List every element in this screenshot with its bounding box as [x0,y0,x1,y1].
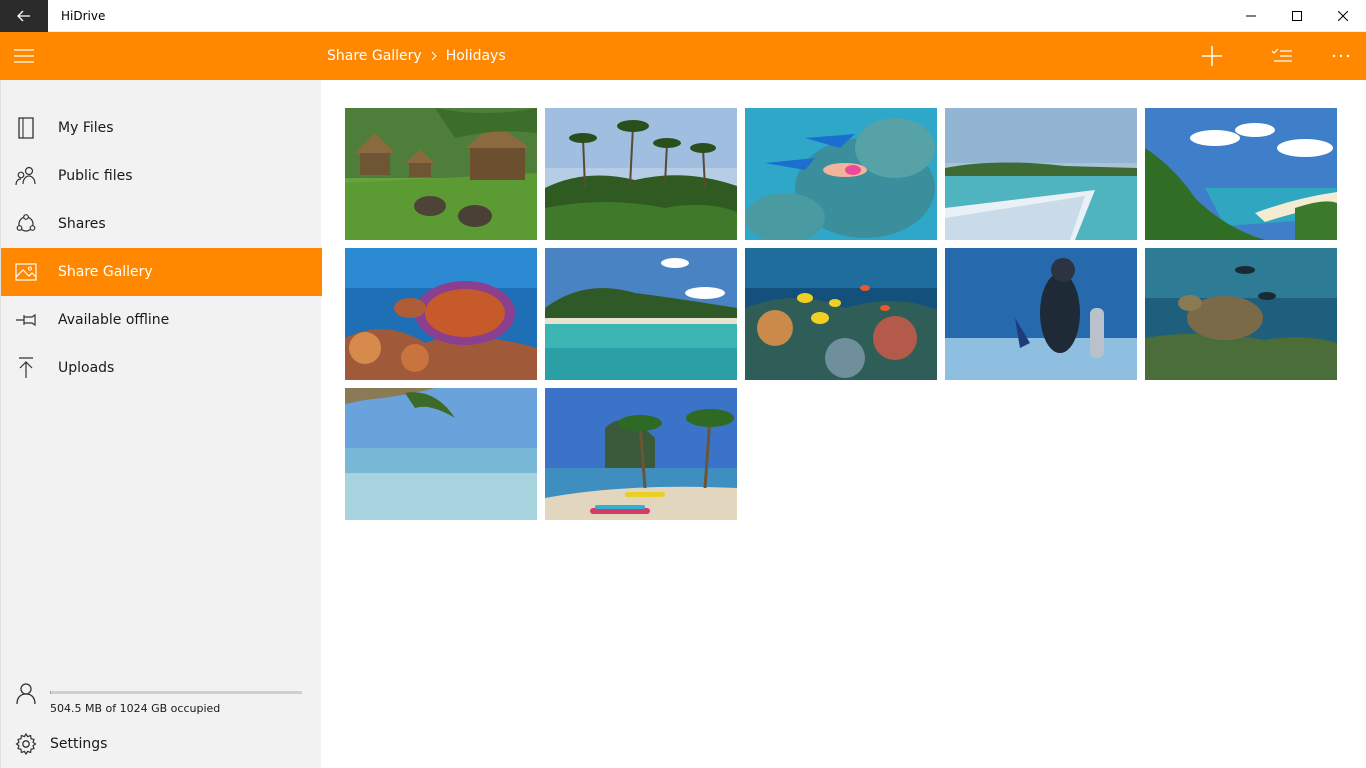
sidebar-item-uploads[interactable]: Uploads [1,344,322,392]
photo-reef-fish [745,248,937,380]
image-icon [14,260,38,284]
photo-thumbnail[interactable] [945,248,1137,380]
photo-thumbnail[interactable] [1145,108,1337,240]
sidebar-item-label: Public files [58,168,133,184]
file-icon [14,116,38,140]
maximize-icon [1292,11,1302,21]
sidebar-item-share-gallery[interactable]: Share Gallery [1,248,322,296]
photo-snorkeler-reef [745,108,937,240]
chevron-right-icon [431,51,437,61]
close-icon [1338,11,1348,21]
people-icon [14,164,38,188]
photo-thumbnail[interactable] [1145,248,1337,380]
sidebar-item-public-files[interactable]: Public files [1,152,322,200]
photo-thumbnail[interactable] [345,108,537,240]
breadcrumb-holidays[interactable]: Holidays [446,48,506,64]
photo-tropical-bay-beach [1145,108,1337,240]
gear-icon [14,732,38,756]
settings-label: Settings [50,736,108,752]
sidebar-item-shares[interactable]: Shares [1,200,322,248]
settings-button[interactable]: Settings [1,726,322,766]
photo-huts-and-tortoises [345,108,537,240]
storage-progress-fill [50,691,51,694]
storage-progress-bar [50,691,302,694]
upload-icon [14,356,38,380]
sidebar: My Files Public files Shares Share Galle… [0,80,322,768]
minimize-icon [1246,15,1256,17]
sidebar-item-label: Share Gallery [58,264,153,280]
photo-palm-over-sea [345,388,537,520]
pin-icon [14,308,38,332]
storage-text: 504.5 MB of 1024 GB occupied [50,702,221,715]
photo-sea-turtle-coral [345,248,537,380]
maximize-button[interactable] [1274,0,1320,32]
photo-palm-trees-forest [545,108,737,240]
minimize-button[interactable] [1228,0,1274,32]
close-button[interactable] [1320,0,1366,32]
sidebar-item-available-offline[interactable]: Available offline [1,296,322,344]
sidebar-item-label: My Files [58,120,114,136]
more-icon [1332,54,1350,58]
menu-button[interactable] [0,32,48,80]
photo-thumbnail[interactable] [945,108,1137,240]
hamburger-icon [14,49,34,63]
select-list-icon [1271,48,1292,62]
app-title: HiDrive [61,9,106,23]
more-button[interactable] [1317,32,1365,80]
photo-turtle-and-divers [1145,248,1337,380]
photo-thumbnail[interactable] [545,108,737,240]
breadcrumb-share-gallery[interactable]: Share Gallery [327,48,422,64]
add-icon [1202,46,1222,66]
arrow-left-icon [17,10,30,22]
title-bar: HiDrive [0,0,1366,32]
sidebar-item-label: Available offline [58,312,170,328]
share-icon [14,212,38,236]
photo-scuba-diver [945,248,1137,380]
photo-thumbnail[interactable] [545,248,737,380]
sidebar-item-my-files[interactable]: My Files [1,104,322,152]
sidebar-nav: My Files Public files Shares Share Galle… [1,104,322,392]
sidebar-item-label: Shares [58,216,106,232]
storage-status: 504.5 MB of 1024 GB occupied [1,678,322,726]
photo-thumbnail[interactable] [545,388,737,520]
photo-thumbnail[interactable] [745,108,937,240]
add-button[interactable] [1188,32,1236,80]
photo-boat-bow-island [945,108,1137,240]
sidebar-item-label: Uploads [58,360,115,376]
photo-thumbnail[interactable] [345,248,537,380]
photo-thumbnail[interactable] [745,248,937,380]
select-button[interactable] [1258,32,1306,80]
photo-thumbnail[interactable] [345,388,537,520]
breadcrumb: Share Gallery Holidays [327,32,506,80]
user-icon[interactable] [14,681,38,705]
app-header: Share Gallery Holidays [0,32,1366,80]
photo-beach-palms-kayaks [545,388,737,520]
photo-lagoon-shore [545,248,737,380]
back-button[interactable] [0,0,48,32]
